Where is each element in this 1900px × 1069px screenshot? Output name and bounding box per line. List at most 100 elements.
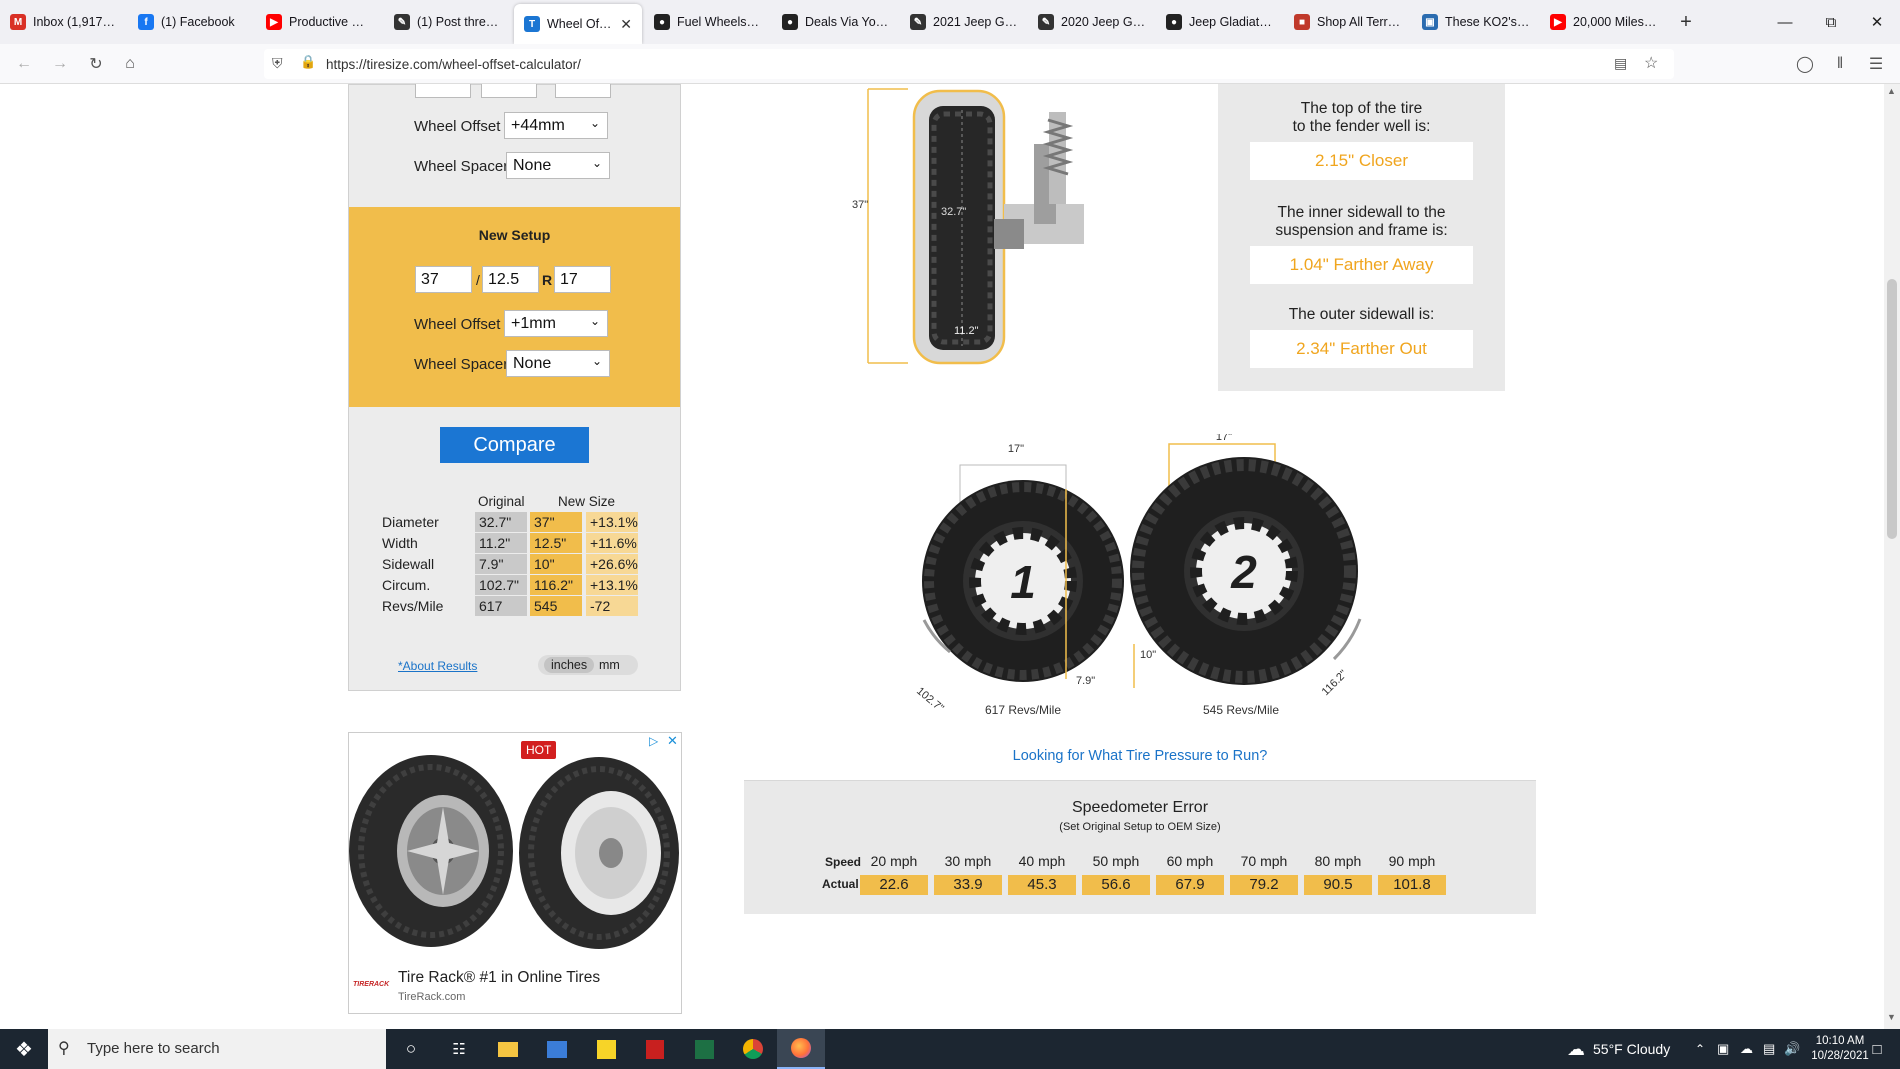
menu-icon[interactable]: ☰ [1864,52,1888,76]
tire-1-sidewall-label: 7.9" [1076,675,1095,687]
new-wheel-offset-label: Wheel Offset [414,316,501,333]
scroll-up-icon[interactable]: ▲ [1887,86,1896,96]
scrollbar-thumb[interactable] [1887,279,1897,539]
tire-pressure-link[interactable]: Looking for What Tire Pressure to Run? [744,748,1536,764]
network-icon[interactable]: ▤ [1763,1029,1775,1069]
tire-rack-logo: TIRERACK [353,981,390,988]
about-results-link[interactable]: *About Results [398,659,477,673]
reload-icon[interactable]: ↻ [84,52,108,76]
url-bar[interactable]: ⛨ 🔒 https://tiresize.com/wheel-offset-ca… [264,49,1674,79]
bookmark-star-icon[interactable]: ☆ [1644,53,1658,73]
compare-button[interactable]: Compare [440,427,589,463]
speedometer-title: Speedometer Error [1071,799,1209,816]
search-icon: ⚲ [58,1040,70,1057]
new-setup-section: New Setup 37 / 12.5 R 17 Wheel Offset +1… [349,207,680,407]
browser-tab[interactable]: ✎ 2020 Jeep Gladia [1028,0,1156,44]
notifications-icon[interactable]: □ [1857,1029,1897,1069]
browser-tab[interactable]: M Inbox (1,917) - p [0,0,128,44]
pocket-icon[interactable]: ◯ [1793,52,1817,76]
forum-icon: ✎ [1038,14,1054,30]
cortana-icon[interactable]: ○ [387,1029,435,1069]
tab-label: These KO2's Suc [1445,15,1530,29]
new-tab-button[interactable]: + [1668,0,1704,44]
sticky-notes-icon[interactable] [582,1029,630,1069]
actual-speed-cell: 56.6 [1082,875,1150,895]
browser-tab[interactable]: ● Jeep Gladiator 2 [1156,0,1284,44]
excel-icon[interactable] [680,1029,728,1069]
browser-tab[interactable]: ✎ (1) Post thread | [384,0,512,44]
new-wheel-spacer-select[interactable]: None ⌄ [506,350,610,377]
units-inches-option[interactable]: inches [544,657,595,673]
firefox-icon[interactable] [777,1029,825,1069]
browser-tab[interactable]: ● Deals Via Your C [772,0,900,44]
original-wheel-spacer-select[interactable]: None ⌄ [506,152,610,179]
weather-widget[interactable]: ☁ 55°F Cloudy [1567,1029,1670,1069]
speedometer-subtitle: (Set Original Setup to OEM Size) [1059,821,1221,833]
tab-label: Jeep Gladiator 2 [1189,15,1274,29]
forward-icon[interactable]: → [48,52,72,76]
url-text[interactable]: https://tiresize.com/wheel-offset-calcul… [326,57,581,72]
new-wheel-spacer-label: Wheel Spacer [414,356,509,373]
new-width-input[interactable]: 12.5 [482,266,539,293]
tab-close-icon[interactable]: ✕ [620,16,632,33]
taskbar-search-placeholder[interactable]: Type here to search [87,1040,220,1057]
diagram-height-label: 37" [852,199,868,211]
units-mm-option[interactable]: mm [599,658,620,672]
page-scrollbar[interactable]: ▲ ▼ [1884,84,1900,1029]
browser-tab[interactable]: ✎ 2021 Jeep Gladia [900,0,1028,44]
chevron-down-icon: ⌄ [589,116,600,130]
tire-icon: ● [654,14,670,30]
forum-icon: ✎ [910,14,926,30]
browser-tab[interactable]: T Wheel Offset ✕ [514,4,642,44]
new-diameter-input[interactable]: 37 [415,266,472,293]
new-wheel-offset-select[interactable]: +1mm ⌄ [504,310,608,337]
original-wheel-spacer-label: Wheel Spacer [414,158,509,175]
browser-tab[interactable]: ▣ These KO2's Suc [1412,0,1540,44]
browser-tab[interactable]: ■ Shop All Terrain [1284,0,1412,44]
reader-view-icon[interactable]: ▤ [1614,55,1627,72]
taskbar-search-box[interactable]: ⚲ Type here to search [48,1029,386,1069]
library-icon[interactable]: ‖ [1828,52,1852,76]
onedrive-icon[interactable]: ☁ [1740,1029,1753,1069]
minimize-icon[interactable]: — [1762,0,1808,44]
show-hidden-icons-icon[interactable]: ⌃ [1695,1029,1705,1069]
new-rim-input[interactable]: 17 [554,266,611,293]
task-view-icon[interactable]: ☷ [435,1029,483,1069]
ad-close-icon[interactable]: ✕ [667,733,678,749]
speed-cell: 80 mph [1314,853,1362,869]
restore-icon[interactable]: ⧉ [1808,0,1854,44]
scroll-down-icon[interactable]: ▼ [1887,1012,1896,1022]
windows-start-icon[interactable]: ❖ [0,1029,48,1069]
original-width-input[interactable] [481,84,537,98]
photos-app-icon[interactable] [533,1029,581,1069]
ad-tire-image[interactable] [349,733,682,965]
adchoices-icon[interactable]: ▷ [649,734,658,748]
original-rim-input[interactable] [555,84,611,98]
lock-icon[interactable]: 🔒 [300,54,316,70]
results-original-value: 102.7" [475,575,527,595]
browser-tab[interactable]: ● Fuel Wheels Reb [644,0,772,44]
volume-icon[interactable]: 🔊 [1784,1029,1800,1069]
home-icon[interactable]: ⌂ [118,52,142,76]
back-icon[interactable]: ← [12,52,36,76]
tab-label: Deals Via Your C [805,15,890,29]
close-window-icon[interactable]: ✕ [1854,0,1900,44]
browser-tab[interactable]: ▶ 20,000 Miles on [1540,0,1668,44]
tire-rack-ad[interactable]: HOT ▷ ✕ TIRERACK Tire Rack® #1 in Online… [348,732,682,1014]
results-new-value: 116.2" [530,575,582,595]
tire-2-number: 2 [1230,546,1257,598]
chrome-icon[interactable] [729,1029,777,1069]
tracking-shield-icon[interactable]: ⛨ [272,55,283,72]
meet-now-icon[interactable]: ▣ [1717,1029,1729,1069]
file-explorer-icon[interactable] [484,1029,532,1069]
browser-tab[interactable]: ▶ Productive Musi [256,0,384,44]
acrobat-icon[interactable] [631,1029,679,1069]
original-diameter-input[interactable] [415,84,471,98]
units-toggle[interactable]: inches mm [538,655,638,675]
summary-q1-line2: to the fender well is: [1292,118,1431,135]
original-wheel-offset-select[interactable]: +44mm ⌄ [504,112,608,139]
web-page: Wheel Offset +44mm ⌄ Wheel Spacer None ⌄… [0,84,1884,1029]
ad-title[interactable]: Tire Rack® #1 in Online Tires [398,969,600,987]
size-slash: / [476,272,480,288]
browser-tab[interactable]: f (1) Facebook [128,0,256,44]
